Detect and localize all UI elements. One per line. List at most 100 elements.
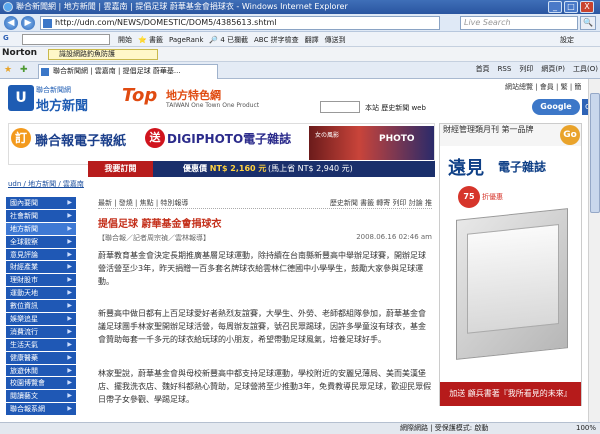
ad-go-button[interactable]: Go [560, 125, 580, 145]
security-zone: 網際網路 | 受保護模式: 啟動 [400, 424, 489, 432]
magazine-ad[interactable]: 財經管理類月刊 第一品牌 Go 遠見 電子雜誌 75 折優惠 加送 顧兵書著『我… [439, 123, 582, 406]
gbar-item-settings[interactable]: 設定 [560, 35, 574, 45]
article-actions[interactable]: 歷史新聞 書籤 轉寄 列印 討論 推 [330, 198, 432, 208]
page-favicon-icon [43, 19, 52, 28]
sidebar-item-society[interactable]: 社會新聞 ▶ [6, 209, 76, 223]
norton-logo: Norton [2, 48, 38, 58]
print-button[interactable]: 列印 [519, 64, 533, 74]
favorites-star-icon[interactable]: ★ [4, 65, 12, 75]
tab-current-page[interactable]: 聯合新聞網 | 雲嘉南 | 提倡足球 蔚華基... [38, 64, 218, 79]
article-date: 2008.06.16 02:46 am [356, 233, 432, 241]
close-button[interactable]: X [580, 1, 594, 13]
forward-button[interactable]: ▶ [21, 16, 35, 30]
ad-footer[interactable]: 加送 顧兵書著『我所看見的未來』 [440, 382, 581, 406]
article-byline: 【聯合報／記者周宗禎／雲林報導】 [98, 234, 210, 242]
udn-logo-small-text: 聯合新聞網 [36, 86, 71, 94]
search-icon[interactable]: 🔍 [580, 16, 596, 30]
tab-label: 聯合新聞網 | 雲嘉南 | 提倡足球 蔚華基... [53, 67, 181, 75]
gbar-item-spellcheck[interactable]: ABC 拼字檢查 [254, 35, 299, 45]
norton-toolbar: Norton 識設網路釣魚防護 [0, 47, 600, 62]
ad-brand-sub: 電子雜誌 [498, 160, 547, 174]
scrollbar-thumb[interactable] [590, 93, 600, 213]
address-bar: ◀ ▶ http://udn.com/NEWS/DOMESTIC/DOM5/43… [0, 14, 600, 32]
udn-local-news-logo[interactable]: U 聯合新聞網 地方新聞 [8, 83, 100, 115]
price-tag: 優惠價 NT$ 2,160 元 [183, 161, 266, 177]
sidebar-item-travel[interactable]: 旅遊休閒 ▶ [6, 364, 76, 378]
add-favorite-icon[interactable]: ✚ [20, 65, 28, 75]
subscribe-button[interactable]: 我要訂閱 [88, 161, 153, 177]
google-toolbar-logo: G [3, 34, 9, 42]
back-button[interactable]: ◀ [4, 16, 18, 30]
url-input[interactable]: http://udn.com/NEWS/DOMESTIC/DOM5/438561… [40, 16, 440, 30]
sidebar-item-udn-group[interactable]: 聯合報系網 ▶ [6, 403, 76, 417]
banner-title-digiphoto: DIGIPHOTO電子雜誌 [167, 132, 292, 146]
ad-brand: 遠見 [448, 158, 484, 179]
banner-image-text-a: 女の風影 [315, 132, 340, 139]
sidebar-item-national[interactable]: 國內要聞 ▶ [6, 197, 76, 210]
sidebar-item-finance[interactable]: 財經產業 ▶ [6, 261, 76, 275]
banner-badge-subscribe: 訂 [11, 128, 31, 148]
google-toolbar: G 開始 ⭐ 書籤 PageRank 🔎 4 已攔截 ABC 拼字檢查 翻譯 傳… [0, 32, 600, 47]
gbar-item-sendto[interactable]: 傳送到 [325, 35, 346, 45]
tab-favicon-icon [41, 68, 49, 76]
url-text: http://udn.com/NEWS/DOMESTIC/DOM5/438561… [55, 18, 277, 27]
home-button[interactable]: 首頁 [476, 64, 490, 74]
sidebar-item-sports[interactable]: 運動天地 ▶ [6, 287, 76, 301]
site-search-input[interactable] [320, 101, 360, 113]
page-menu[interactable]: 網頁(P) [541, 64, 565, 74]
sidebar-item-life[interactable]: 生活天氣 ▶ [6, 338, 76, 352]
sidebar-item-local[interactable]: 地方新聞 ▶ [6, 222, 76, 236]
sidebar-item-reading[interactable]: 閱讀藝文 ▶ [6, 390, 76, 404]
sidebar-item-opinion[interactable]: 意見評論 ▶ [6, 248, 76, 262]
otop-logo[interactable]: Top 地方特色網 TAIWAN One Town One Product [122, 83, 272, 115]
gbar-item-start[interactable]: 開始 [118, 35, 132, 45]
sidebar-item-stocks[interactable]: 理財股市 ▶ [6, 274, 76, 288]
udn-logo-big-text: 地方新聞 [36, 99, 89, 114]
sidebar-item-campus[interactable]: 校園博覽會 ▶ [6, 377, 76, 391]
google-toolbar-items: 開始 ⭐ 書籤 PageRank 🔎 4 已攔截 ABC 拼字檢查 翻譯 傳送到 [118, 35, 352, 45]
gbar-item-translate[interactable]: 翻譯 [305, 35, 319, 45]
article-title: 提倡足球 蔚華基金會捐球衣 [98, 219, 222, 230]
gbar-item-pagerank[interactable]: PageRank [169, 36, 203, 44]
article-paragraph: 蔚華教育基金會決定長期推廣基層足球運動，除持續在台南縣新豐高中舉辦足球賽，開辦足… [98, 251, 426, 287]
subscription-banner[interactable]: 訂 聯合報電子報紙 送 DIGIPHOTO電子雜誌 女の風影 PHOTO [8, 123, 435, 165]
window-title-bar: 聯合新聞網 | 地方新聞 | 雲嘉南 | 提倡足球 蔚華基金會捐球衣 - Win… [0, 0, 600, 14]
banner-price-bar: 我要訂閱 優惠價 NT$ 2,160 元 (馬上省 NT$ 2,940 元) [88, 161, 435, 177]
ad-discount-badge: 75 [458, 186, 480, 208]
sidebar-item-health[interactable]: 健康醫藥 ▶ [6, 351, 76, 365]
maximize-button[interactable]: □ [564, 1, 578, 13]
gbar-item-bookmarks[interactable]: ⭐ 書籤 [138, 35, 163, 45]
zoom-level[interactable]: 100% [576, 423, 596, 434]
banner-image-text-b: PHOTO [379, 134, 415, 144]
tools-menu[interactable]: 工具(O) [573, 64, 598, 74]
article-tabs[interactable]: 最新 | 發燒 | 焦點 | 特別報導 [98, 198, 188, 208]
status-bar: 網際網路 | 受保護模式: 啟動 100% [0, 422, 600, 434]
sidebar-item-global[interactable]: 全球觀察 ▶ [6, 235, 76, 249]
sidebar-item-entertainment[interactable]: 娛樂追星 ▶ [6, 313, 76, 326]
price-label: 優惠價 [183, 164, 207, 173]
banner-badge-gift: 送 [145, 128, 165, 148]
minimize-button[interactable]: _ [548, 1, 562, 13]
site-top-links[interactable]: 網站總覽 | 會員 | 繁 | 簡 [505, 82, 581, 92]
google-toolbar-search-input[interactable] [22, 34, 110, 45]
ad-discount-label: 折優惠 [482, 193, 503, 201]
norton-phishing-check[interactable]: 識設網路釣魚防護 [48, 49, 158, 60]
rss-button[interactable]: RSS [498, 65, 512, 73]
tab-bar: ★ ✚ 聯合新聞網 | 雲嘉南 | 提倡足球 蔚華基... 首頁 RSS 列印 … [0, 62, 600, 79]
command-bar: 首頁 RSS 列印 網頁(P) 工具(O) [468, 64, 598, 74]
article-paragraph: 林家聖說，蔚華基金會與母校新豐高中都支持足球運動，學校附近的安麗兒薄局、美而美漢… [98, 369, 432, 405]
banner-magazine-image: 女の風影 PHOTO [309, 126, 434, 160]
banner-title-udn-paper: 聯合報電子報紙 [35, 134, 127, 149]
otop-logo-word: Top [122, 85, 158, 106]
window-title: 聯合新聞網 | 地方新聞 | 雲嘉南 | 提倡足球 蔚華基金會捐球衣 - Win… [16, 2, 348, 11]
gbar-item-popups[interactable]: 🔎 4 已攔截 [209, 35, 248, 45]
otop-logo-cn: 地方特色網 [166, 89, 221, 102]
sidebar-nav: 國內要聞 ▶ 社會新聞 ▶ 地方新聞 ▶ 全球觀察 ▶ 意見評論 ▶ 財經產業 ▶ 理財股市… [6, 197, 76, 422]
breadcrumb[interactable]: udn / 地方新聞 / 雲嘉南 [8, 179, 84, 189]
article-paragraph: 新豐高中做日都有上百足球愛好者熱烈友誼賽，大學生、外勞、老師都組隊參加，蔚華基金… [98, 309, 426, 345]
live-search-input[interactable]: Live Search [460, 16, 578, 30]
sidebar-item-consumer[interactable]: 消費流行 ▶ [6, 325, 76, 339]
sidebar-item-digital[interactable]: 數位資訊 ▶ [6, 300, 76, 314]
vertical-scrollbar[interactable] [588, 79, 600, 422]
search-scope-tabs[interactable]: 本站 歷史新聞 web [365, 103, 426, 113]
